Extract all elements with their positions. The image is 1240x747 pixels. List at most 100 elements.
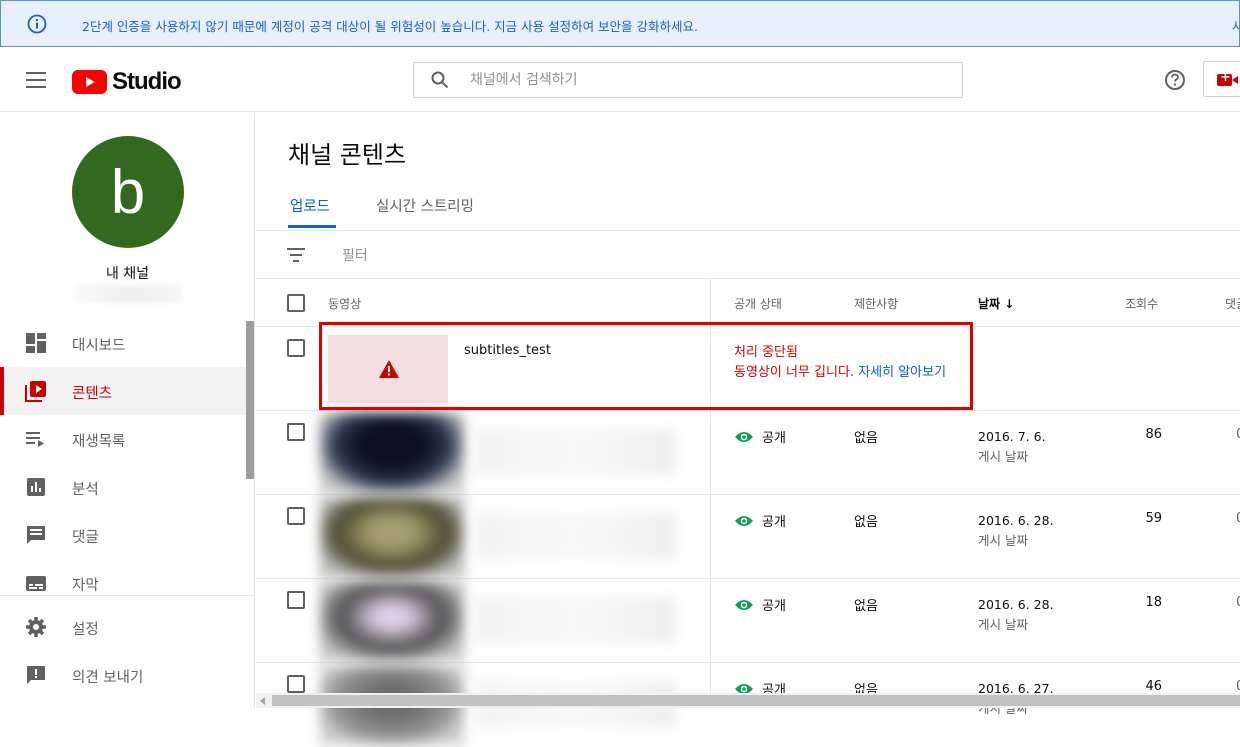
playlist-icon xyxy=(26,432,44,447)
sidebar-item-dashboard[interactable]: 대시보드 xyxy=(0,319,247,367)
column-restrictions: 제한사항 xyxy=(854,297,899,311)
visibility-label: 공개 xyxy=(762,431,786,446)
horizontal-scrollbar[interactable] xyxy=(256,693,1240,708)
create-button[interactable] xyxy=(1203,61,1240,97)
views-value: 46 xyxy=(1145,679,1162,694)
video-thumbnail[interactable] xyxy=(320,413,464,493)
comments-value: 0 xyxy=(1236,595,1240,610)
sidebar-item-label: 대시보드 xyxy=(72,338,126,354)
restrictions-value: 없음 xyxy=(854,599,878,614)
table-header: 동영상 공개 상태 제한사항 날짜 ↓ 조회수 댓글 xyxy=(256,279,1240,327)
views-value: 18 xyxy=(1145,595,1162,610)
video-thumbnail[interactable] xyxy=(320,581,464,661)
comments-icon xyxy=(27,526,45,544)
eye-icon xyxy=(735,515,753,526)
visibility-label: 공개 xyxy=(762,515,786,530)
search-input[interactable] xyxy=(470,69,950,91)
column-video: 동영상 xyxy=(328,297,362,311)
column-visibility: 공개 상태 xyxy=(734,297,782,311)
row-checkbox[interactable] xyxy=(287,675,305,693)
video-title-blurred[interactable] xyxy=(476,429,676,475)
row-checkbox[interactable] xyxy=(287,591,305,609)
banner-action-link[interactable]: 사 xyxy=(1232,16,1240,35)
sidebar-item-label: 설정 xyxy=(72,622,99,638)
date-label: 게시 날짜 xyxy=(978,449,1028,464)
sidebar-item-label: 자막 xyxy=(72,578,99,594)
content-icon xyxy=(25,381,46,402)
comments-value: 0 xyxy=(1236,427,1240,442)
active-tab-indicator xyxy=(288,225,336,228)
video-thumbnail[interactable] xyxy=(320,497,464,577)
help-icon[interactable] xyxy=(1164,69,1186,91)
search-icon[interactable] xyxy=(430,70,450,90)
column-date-label: 날짜 xyxy=(978,297,1001,311)
visibility-status[interactable]: 공개 xyxy=(734,511,786,530)
subtitles-icon xyxy=(26,576,46,591)
sidebar-item-settings[interactable]: 설정 xyxy=(0,603,247,651)
sidebar-item-subtitles[interactable]: 자막 xyxy=(0,559,247,607)
table-row[interactable]: 공개 없음 2016. 6. 28. 게시 날짜 59 0 xyxy=(256,495,1240,579)
video-title-blurred[interactable] xyxy=(476,513,676,559)
date-cell: 2016. 7. 6. 게시 날짜 xyxy=(978,427,1046,467)
sidebar-divider xyxy=(0,595,255,596)
filter-input[interactable]: 필터 xyxy=(342,245,368,265)
select-all-checkbox[interactable] xyxy=(287,294,305,312)
views-value: 86 xyxy=(1145,427,1162,442)
dashboard-icon xyxy=(26,333,46,353)
visibility-status[interactable]: 공개 xyxy=(734,595,786,614)
filter-bar: 필터 xyxy=(256,231,1240,279)
column-date[interactable]: 날짜 ↓ xyxy=(978,295,1014,312)
menu-icon[interactable] xyxy=(26,72,46,88)
sidebar-item-label: 재생목록 xyxy=(72,434,126,450)
sidebar-item-feedback[interactable]: 의견 보내기 xyxy=(0,651,247,699)
tab-uploads[interactable]: 업로드 xyxy=(290,195,330,216)
sidebar-item-label: 의견 보내기 xyxy=(72,670,144,686)
visibility-label: 공개 xyxy=(762,599,786,614)
youtube-logo-icon xyxy=(72,70,107,94)
date-value: 2016. 7. 6. xyxy=(978,429,1046,444)
sidebar-item-comments[interactable]: 댓글 xyxy=(0,511,247,559)
date-value: 2016. 6. 28. xyxy=(978,597,1054,612)
comments-value: 0 xyxy=(1236,679,1240,694)
gear-icon xyxy=(26,617,46,637)
column-comments[interactable]: 댓글 xyxy=(1225,295,1240,312)
feedback-icon xyxy=(27,666,45,684)
banner-message: 2단계 인증을 사용하지 않기 때문에 계정이 공격 대상이 될 위험성이 높습… xyxy=(82,19,699,34)
top-bar: Studio xyxy=(0,48,1240,112)
youtube-studio-logo[interactable]: Studio xyxy=(72,68,182,96)
sidebar-item-label: 콘텐츠 xyxy=(72,386,113,402)
channel-handle-blurred xyxy=(75,285,183,303)
create-video-icon xyxy=(1217,70,1238,86)
visibility-status[interactable]: 공개 xyxy=(734,427,786,446)
scrollbar-thumb[interactable] xyxy=(272,695,1240,706)
row-checkbox[interactable] xyxy=(287,423,305,441)
date-cell: 2016. 6. 28. 게시 날짜 xyxy=(978,595,1054,635)
date-label: 게시 날짜 xyxy=(978,533,1028,548)
row-checkbox[interactable] xyxy=(287,507,305,525)
error-highlight-box xyxy=(319,322,973,410)
video-title-blurred[interactable] xyxy=(476,597,676,643)
date-label: 게시 날짜 xyxy=(978,617,1028,632)
row-checkbox[interactable] xyxy=(287,339,305,357)
restrictions-value: 없음 xyxy=(854,515,878,530)
channel-avatar[interactable]: b xyxy=(72,136,184,248)
analytics-icon xyxy=(27,478,45,496)
search-box[interactable] xyxy=(413,62,963,98)
scroll-left-icon[interactable] xyxy=(260,697,265,705)
main-content: 채널 콘텐츠 업로드 실시간 스트리밍 필터 동영상 공개 상태 제한사항 날짜… xyxy=(256,113,1240,745)
column-views[interactable]: 조회수 xyxy=(1125,295,1158,312)
restrictions-value: 없음 xyxy=(854,431,878,446)
arrow-down-icon: ↓ xyxy=(1004,297,1015,311)
sidebar-item-playlists[interactable]: 재생목록 xyxy=(0,415,247,463)
sidebar-scrollbar[interactable] xyxy=(246,321,254,479)
table-row[interactable]: 공개 없음 2016. 6. 28. 게시 날짜 18 0 xyxy=(256,579,1240,663)
sidebar-item-label: 분석 xyxy=(72,482,99,498)
tab-live[interactable]: 실시간 스트리밍 xyxy=(376,195,474,216)
views-value: 59 xyxy=(1145,511,1162,526)
sidebar-item-analytics[interactable]: 분석 xyxy=(0,463,247,511)
filter-icon[interactable] xyxy=(287,248,305,262)
table-row[interactable]: 공개 없음 2016. 7. 6. 게시 날짜 86 0 xyxy=(256,411,1240,495)
page-title: 채널 콘텐츠 xyxy=(288,141,407,169)
sidebar-item-content[interactable]: 콘텐츠 xyxy=(0,367,247,415)
logo-text: Studio xyxy=(112,68,182,95)
